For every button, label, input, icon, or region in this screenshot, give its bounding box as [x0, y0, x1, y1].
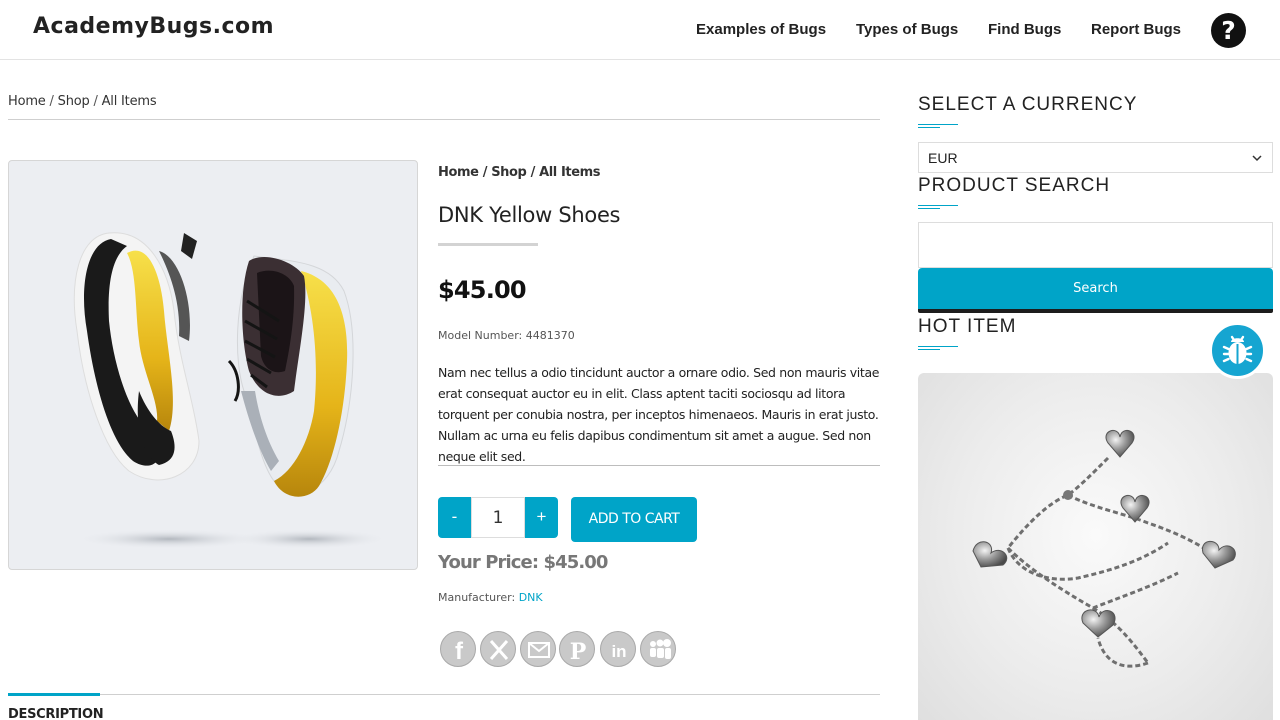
svg-text:f: f [455, 638, 464, 665]
search-input[interactable] [918, 222, 1273, 268]
breadcrumb-home[interactable]: Home [8, 94, 46, 109]
title-underline [918, 205, 958, 209]
product-title: DNK Yellow Shoes [438, 203, 621, 227]
site-logo[interactable]: AcademyBugs.com [33, 14, 274, 39]
product-image[interactable] [8, 160, 418, 570]
nav-find-bugs[interactable]: Find Bugs [988, 21, 1061, 38]
site-header: AcademyBugs.com Examples of Bugs Types o… [0, 0, 1280, 60]
bracelet-image [972, 429, 1236, 668]
search-button[interactable]: Search [918, 268, 1273, 313]
svg-text:in: in [611, 642, 626, 661]
pinterest-icon[interactable]: P [559, 631, 595, 667]
tab-description[interactable]: DESCRIPTION [8, 707, 104, 720]
product-breadcrumb: Home / Shop / All Items [438, 165, 601, 180]
active-tab-indicator [8, 693, 100, 696]
myspace-icon[interactable] [640, 631, 676, 667]
quantity-input[interactable] [471, 497, 525, 538]
breadcrumb-shop[interactable]: Shop [58, 94, 90, 109]
manufacturer: Manufacturer: DNK [438, 591, 543, 604]
breadcrumb-separator: / [526, 165, 540, 180]
breadcrumb-separator: / [45, 94, 58, 109]
breadcrumb-separator: / [89, 94, 102, 109]
manufacturer-label: Manufacturer: [438, 591, 519, 604]
nav-types-of-bugs[interactable]: Types of Bugs [856, 21, 958, 38]
product-search-title: PRODUCT SEARCH [918, 175, 1111, 196]
model-number: Model Number: 4481370 [438, 329, 575, 342]
linkedin-icon[interactable]: in [600, 631, 636, 667]
product-description: Nam nec tellus a odio tincidunt auctor a… [438, 365, 880, 464]
email-icon[interactable] [520, 631, 556, 667]
question-circle-icon[interactable]: ? [1211, 13, 1246, 48]
quantity-decrease-button[interactable]: - [438, 497, 471, 538]
quantity-increase-button[interactable]: + [525, 497, 558, 538]
title-underline [438, 243, 538, 246]
facebook-icon[interactable]: f [440, 631, 476, 667]
hot-item-image[interactable] [918, 373, 1273, 720]
breadcrumb-current[interactable]: All Items [539, 165, 600, 180]
nav-report-bugs[interactable]: Report Bugs [1091, 21, 1181, 38]
report-bug-button[interactable] [1209, 322, 1266, 379]
bug-icon [1222, 335, 1253, 364]
breadcrumb-separator: / [478, 165, 492, 180]
currency-value: EUR [928, 150, 958, 166]
add-to-cart-button[interactable]: ADD TO CART [571, 497, 697, 542]
title-underline [918, 346, 958, 350]
tabs-divider [8, 694, 880, 695]
chevron-down-icon [1252, 155, 1262, 162]
nav-examples-of-bugs[interactable]: Examples of Bugs [696, 21, 826, 38]
your-price: Your Price: $45.00 [438, 552, 608, 573]
manufacturer-link[interactable]: DNK [519, 591, 543, 604]
shoes-image [73, 232, 389, 549]
product-price: $45.00 [438, 276, 527, 304]
divider [438, 465, 880, 466]
hot-item-title: HOT ITEM [918, 316, 1017, 337]
title-underline [918, 124, 958, 128]
x-icon[interactable] [480, 631, 516, 667]
currency-title: SELECT A CURRENCY [918, 94, 1138, 115]
breadcrumb: Home / Shop / All Items [8, 94, 157, 109]
breadcrumb-shop[interactable]: Shop [491, 165, 527, 180]
breadcrumb-current[interactable]: All Items [102, 94, 157, 109]
breadcrumb-home[interactable]: Home [438, 165, 479, 180]
svg-text:P: P [570, 639, 587, 665]
currency-select[interactable]: EUR [918, 142, 1273, 173]
divider [8, 119, 880, 120]
